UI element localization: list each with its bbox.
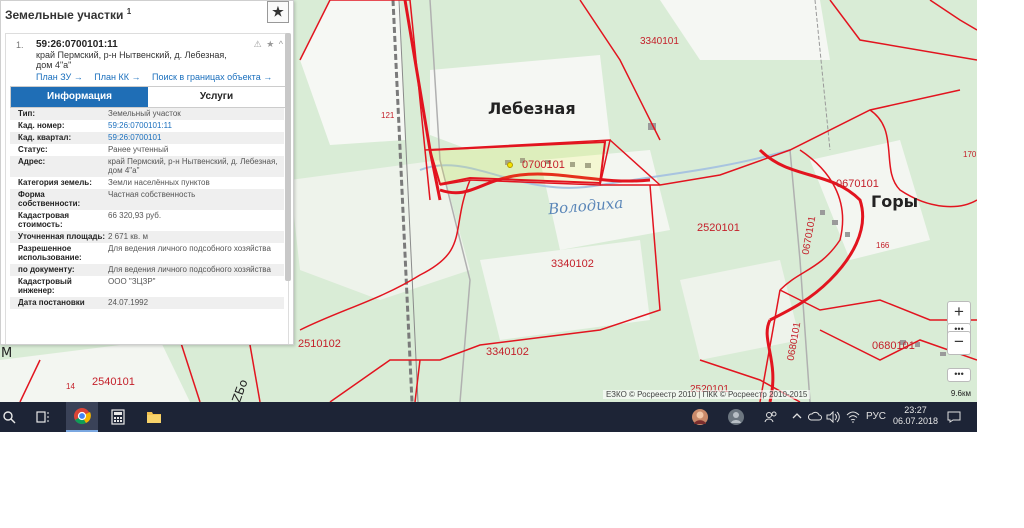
info-value: 24.07.1992 — [108, 298, 149, 307]
result-links: План ЗУ → План КК → Поиск в границах объ… — [36, 72, 281, 82]
panel-scrollbar[interactable] — [285, 33, 291, 281]
info-key: Категория земель: — [18, 178, 92, 187]
zoom-in-button[interactable]: + — [947, 301, 971, 325]
search-in-bounds-link[interactable]: Поиск в границах объекта → — [152, 72, 272, 82]
info-key: Адрес: — [18, 157, 46, 166]
parcel-label: 3340102 — [551, 258, 594, 270]
tab-services[interactable]: Услуги — [148, 87, 285, 107]
info-row: по документу: Для ведения личного подсобн… — [10, 264, 284, 276]
clock-date: 06.07.2018 — [893, 416, 939, 426]
info-value: Ранее учтенный — [108, 145, 169, 154]
info-row: Кадастровая стоимость: 66 320,93 руб. — [10, 210, 284, 231]
edge-letter: М — [1, 346, 13, 361]
parcel-label: 0680101 — [872, 340, 915, 352]
info-value: 66 320,93 руб. — [108, 211, 162, 220]
info-row: Кад. номер: 59:26:0700101:11 — [10, 120, 284, 132]
parcel-label: 3340102 — [486, 346, 529, 358]
taskbar-clock[interactable]: 23:27 06.07.2018 — [893, 405, 938, 427]
user-avatar-icon[interactable] — [688, 402, 712, 432]
parcel-label: 14 — [66, 382, 75, 391]
info-row: Разрешенное использование: Для ведения ли… — [10, 243, 284, 264]
info-value: Частная собственность — [108, 190, 196, 199]
info-key: Кад. квартал: — [18, 133, 72, 142]
info-row: Тип: Земельный участок — [10, 108, 284, 120]
parcel-label: 170 — [963, 150, 977, 159]
info-value: Для ведения личного подсобного хозяйства — [108, 265, 271, 274]
info-key: Кадастровая стоимость: — [18, 211, 70, 229]
task-view-icon[interactable] — [32, 402, 54, 432]
result-card: 1. 59:26:0700101:11 ⚠ ★ ^ край Пермский,… — [5, 33, 289, 344]
info-row: Дата постановки 24.07.1992 — [10, 297, 284, 309]
parcel-label: 166 — [876, 241, 890, 250]
info-key: по документу: — [18, 265, 75, 274]
info-value: Земли населённых пунктов — [108, 178, 210, 187]
parcel-label: 2540101 — [92, 376, 135, 388]
panel-title-count: 1 — [126, 7, 132, 16]
parcel-label: 2510102 — [298, 338, 341, 350]
info-row: Кад. квартал: 59:26:0700101 — [10, 132, 284, 144]
info-key: Кадастровый инженер: — [18, 277, 72, 295]
contact-avatar-icon[interactable] — [724, 402, 748, 432]
notifications-icon[interactable] — [947, 411, 961, 426]
land-plots-panel: Земельные участки 1 ★ 1. 59:26:0700101:1… — [0, 0, 294, 345]
sound-icon[interactable] — [826, 410, 840, 426]
search-icon[interactable] — [0, 402, 18, 432]
info-key: Дата постановки — [18, 298, 85, 307]
info-key: Тип: — [18, 109, 35, 118]
panel-header: Земельные участки 1 ★ — [1, 1, 293, 27]
parcel-label: 0700101 — [522, 159, 565, 171]
info-value: ООО "ЗЦЗР" — [108, 277, 156, 286]
cadastral-number[interactable]: 59:26:0700101:11 — [36, 39, 118, 50]
map-scale: 9.6км — [950, 389, 971, 398]
network-icon[interactable] — [846, 411, 860, 426]
map-copyright: ЕЗКО © Росреестр 2010 | ПКК © Росреестр … — [603, 390, 811, 399]
info-key: Кад. номер: — [18, 121, 65, 130]
info-row: Уточненная площадь: 2 671 кв. м — [10, 231, 284, 243]
info-value: 2 671 кв. м — [108, 232, 148, 241]
info-key: Статус: — [18, 145, 48, 154]
language-indicator[interactable]: РУС — [866, 411, 886, 422]
info-value: край Пермский, р-н Нытвенский, д. Лебезн… — [108, 157, 278, 175]
zoom-out-button[interactable]: − — [947, 331, 971, 355]
info-value: Для ведения личного подсобного хозяйства — [108, 244, 271, 253]
windows-taskbar: РУС 23:27 06.07.2018 — [0, 402, 977, 432]
info-value-link[interactable]: 59:26:0700101:11 — [108, 121, 284, 130]
chevron-up-icon[interactable] — [792, 411, 802, 424]
item-action-icons[interactable]: ⚠ ★ ^ — [254, 39, 284, 50]
place-label-gory: Горы — [871, 192, 919, 211]
place-label-lebeznaya: Лебезная — [488, 99, 576, 118]
info-value: Земельный участок — [108, 109, 181, 118]
plan-zu-link[interactable]: План ЗУ → — [36, 72, 83, 82]
info-table: Тип: Земельный участок Кад. номер: 59:26:0… — [10, 108, 284, 309]
result-address: край Пермский, р-н Нытвенский, д. Лебезн… — [36, 50, 227, 70]
favorite-star-button[interactable]: ★ — [267, 1, 289, 23]
info-row: Адрес: край Пермский, р-н Нытвенский, д. … — [10, 156, 284, 177]
info-tabs: Информация Услуги — [10, 86, 286, 108]
parcel-label: 2520101 — [697, 222, 740, 234]
onedrive-icon[interactable] — [807, 411, 822, 424]
parcel-label: 121 — [381, 111, 395, 120]
parcel-label: 0670101 — [836, 178, 879, 190]
zoom-out-more-button[interactable]: ••• — [947, 368, 971, 382]
plan-kk-link[interactable]: План КК → — [94, 72, 140, 82]
info-value-link[interactable]: 59:26:0700101 — [108, 133, 284, 142]
panel-title: Земельные участки — [5, 8, 124, 22]
info-key: Форма собственности: — [18, 190, 81, 208]
info-row: Категория земель: Земли населённых пункто… — [10, 177, 284, 189]
result-number: 1. — [16, 40, 24, 50]
people-icon[interactable] — [764, 411, 778, 426]
info-row: Кадастровый инженер: ООО "ЗЦЗР" — [10, 276, 284, 297]
chrome-icon[interactable] — [66, 402, 98, 432]
calculator-icon[interactable] — [104, 402, 132, 432]
file-explorer-icon[interactable] — [140, 402, 168, 432]
info-key: Разрешенное использование: — [18, 244, 82, 262]
info-row: Форма собственности: Частная собственност… — [10, 189, 284, 210]
info-key: Уточненная площадь: — [18, 232, 106, 241]
parcel-label: 3340101 — [640, 36, 679, 47]
tab-information[interactable]: Информация — [11, 87, 148, 107]
info-row: Статус: Ранее учтенный — [10, 144, 284, 156]
clock-time: 23:27 — [904, 405, 927, 415]
